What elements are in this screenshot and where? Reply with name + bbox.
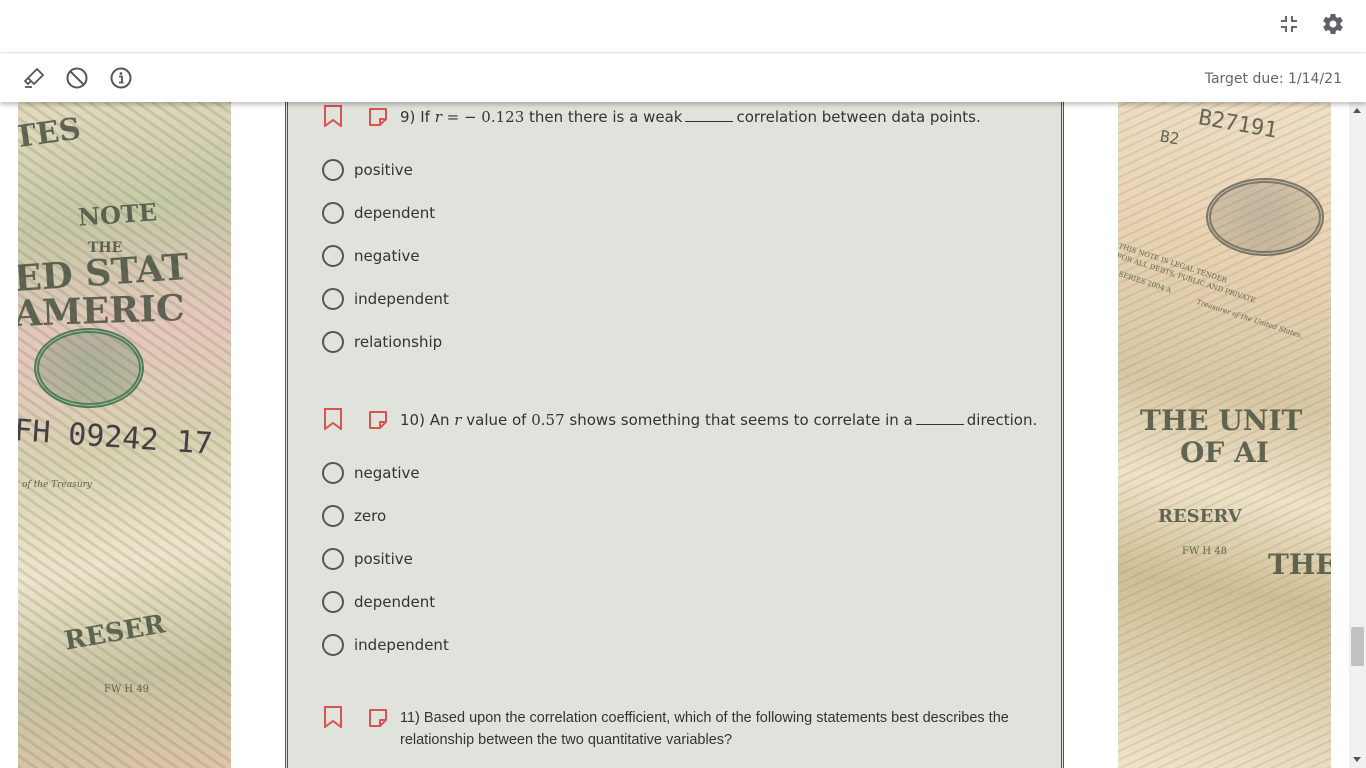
radio-button[interactable] bbox=[322, 202, 344, 224]
radio-button[interactable] bbox=[322, 634, 344, 656]
vertical-scrollbar[interactable] bbox=[1349, 102, 1366, 768]
radio-button[interactable] bbox=[322, 159, 344, 181]
note-icon[interactable] bbox=[367, 707, 389, 729]
radio-button[interactable] bbox=[322, 505, 344, 527]
gear-icon[interactable] bbox=[1321, 12, 1345, 36]
top-header bbox=[0, 0, 1366, 53]
toolbar: Target due: 1/14/21 bbox=[0, 54, 1366, 102]
bookmark-icon[interactable] bbox=[322, 105, 344, 127]
federal-reserve-seal bbox=[1206, 178, 1324, 256]
background-bill-left: TES NOTE THE ED STAT AMERIC FH 09242 17 … bbox=[18, 102, 231, 768]
question-text: 11) Based upon the correlation coefficie… bbox=[400, 710, 1009, 748]
background-bill-right: B27191 B2 THIS NOTE IS LEGAL TENDER FOR … bbox=[1118, 102, 1331, 768]
bookmark-icon[interactable] bbox=[322, 706, 344, 728]
bill-seal bbox=[34, 328, 144, 408]
scrollbar-thumb[interactable] bbox=[1351, 627, 1364, 666]
note-icon[interactable] bbox=[367, 409, 389, 431]
radio-button[interactable] bbox=[322, 245, 344, 267]
scroll-up-arrow-icon[interactable] bbox=[1353, 108, 1361, 113]
content-area: TES NOTE THE ED STAT AMERIC FH 09242 17 … bbox=[0, 102, 1349, 768]
radio-button[interactable] bbox=[322, 331, 344, 353]
radio-button[interactable] bbox=[322, 591, 344, 613]
question-text: 10) An r value of 0.57 shows something t… bbox=[400, 411, 1038, 429]
eliminate-icon[interactable] bbox=[65, 66, 89, 90]
highlighter-icon[interactable] bbox=[22, 66, 46, 90]
info-icon[interactable] bbox=[109, 66, 133, 90]
scroll-down-arrow-icon[interactable] bbox=[1353, 757, 1361, 762]
radio-button[interactable] bbox=[322, 462, 344, 484]
answer-blank bbox=[915, 412, 964, 425]
target-due-label: Target due: 1/14/21 bbox=[1204, 71, 1342, 87]
answer-blank bbox=[685, 109, 734, 122]
question-panel: 9) If r = − 0.123 then there is a weak co… bbox=[285, 102, 1064, 768]
collapse-icon[interactable] bbox=[1277, 12, 1301, 36]
question-text: 9) If r = − 0.123 then there is a weak co… bbox=[400, 108, 981, 126]
radio-button[interactable] bbox=[322, 288, 344, 310]
bookmark-icon[interactable] bbox=[322, 408, 344, 430]
note-icon[interactable] bbox=[367, 106, 389, 128]
radio-button[interactable] bbox=[322, 548, 344, 570]
